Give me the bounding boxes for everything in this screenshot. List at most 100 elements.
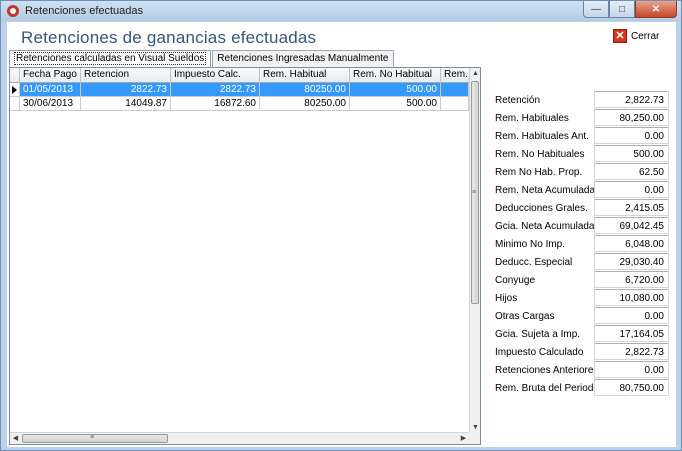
cerrar-button[interactable]: ✕ Cerrar — [613, 29, 659, 43]
summary-label: Gcia. Neta Acumulada — [495, 221, 595, 232]
horizontal-scrollbar[interactable]: ◀ ≡ ▶ — [10, 432, 469, 444]
window-title: Retenciones efectuadas — [25, 5, 144, 17]
maximize-icon: □ — [618, 3, 626, 15]
cell-impuesto-calc[interactable]: 16872.60 — [171, 97, 260, 111]
summary-label: Rem. No Habituales — [495, 149, 585, 160]
cell-fecha-pago[interactable]: 01/05/2013 — [20, 83, 81, 97]
header-indicator — [10, 68, 20, 83]
summary-value[interactable]: 2,822.73 — [594, 343, 669, 360]
cell-impuesto-calc[interactable]: 2822.73 — [171, 83, 260, 97]
maximize-button[interactable]: □ — [609, 1, 635, 18]
summary-value[interactable]: 0.00 — [594, 361, 669, 378]
summary-row: Minimo No Imp. 6,048.00 — [488, 235, 678, 253]
row-pointer-icon — [12, 86, 17, 94]
vertical-scrollbar[interactable]: ▲ ≡ ▼ — [469, 68, 480, 433]
summary-value[interactable]: 80,750.00 — [594, 379, 669, 396]
cell-rem-no-habitual[interactable]: 500.00 — [350, 97, 441, 111]
minimize-icon: — — [591, 3, 601, 15]
summary-row: Otras Cargas 0.00 — [488, 307, 678, 325]
row-indicator — [10, 83, 20, 97]
cell-retencion[interactable]: 2822.73 — [81, 83, 171, 97]
summary-label: Retención — [495, 95, 541, 106]
retenciones-grid[interactable]: Fecha Pago Retencion Impuesto Calc. Rem.… — [9, 67, 481, 445]
summary-row: Rem. Habituales 80,250.00 — [488, 109, 678, 127]
table-row[interactable]: 30/06/2013 14049.87 16872.60 80250.00 50… — [10, 97, 469, 111]
summary-value[interactable]: 2,415.05 — [594, 199, 669, 216]
tab-strip: Retenciones calculadas en Visual Sueldos… — [9, 50, 394, 67]
summary-label: Rem. Habituales — [495, 113, 569, 124]
summary-row: Deducciones Grales. 2,415.05 — [488, 199, 678, 217]
column-header-rem-no-habitual[interactable]: Rem. No Habitual — [350, 68, 441, 83]
cerrar-label: Cerrar — [631, 30, 660, 42]
column-header-fecha-pago[interactable]: Fecha Pago — [20, 68, 81, 83]
summary-row: Conyuge 6,720.00 — [488, 271, 678, 289]
cell-rem-habitual[interactable]: 80250.00 — [260, 97, 350, 111]
summary-value[interactable]: 0.00 — [594, 181, 669, 198]
summary-row: Hijos 10,080.00 — [488, 289, 678, 307]
summary-value[interactable]: 80,250.00 — [594, 109, 669, 126]
summary-row: Rem. Habituales Ant. 0.00 — [488, 127, 678, 145]
summary-value[interactable]: 17,164.05 — [594, 325, 669, 342]
tab-calculadas-label: Retenciones calculadas en Visual Sueldos — [14, 52, 207, 65]
summary-value[interactable]: 6,048.00 — [594, 235, 669, 252]
summary-row: Rem. No Habituales 500.00 — [488, 145, 678, 163]
minimize-button[interactable]: — — [583, 1, 609, 18]
row-indicator — [10, 97, 20, 111]
summary-value[interactable]: 10,080.00 — [594, 289, 669, 306]
tab-calculadas[interactable]: Retenciones calculadas en Visual Sueldos — [9, 50, 212, 67]
grip-icon: ≡ — [472, 189, 477, 196]
page-title: Retenciones de ganancias efectuadas — [21, 28, 317, 47]
summary-row: Rem No Hab. Prop. 62.50 — [488, 163, 678, 181]
summary-label: Otras Cargas — [495, 311, 555, 322]
tab-ingresadas[interactable]: Retenciones Ingresadas Manualmente — [212, 50, 394, 67]
cell-rem-habitual[interactable]: 80250.00 — [260, 83, 350, 97]
window-controls: — □ ✕ — [583, 1, 677, 19]
scroll-left-icon[interactable]: ◀ — [10, 433, 21, 444]
cerrar-icon: ✕ — [613, 29, 627, 43]
summary-value[interactable]: 62.50 — [594, 163, 669, 180]
summary-value[interactable]: 0.00 — [594, 307, 669, 324]
summary-label: Retenciones Anteriores — [495, 365, 599, 376]
client-area: Retenciones de ganancias efectuadas ✕ Ce… — [7, 22, 676, 447]
scroll-up-icon[interactable]: ▲ — [470, 68, 481, 79]
column-header-rem-habitual[interactable]: Rem. Habitual — [260, 68, 350, 83]
summary-row: Rem. Bruta del Periodo 80,750.00 — [488, 379, 678, 397]
summary-label: Conyuge — [495, 275, 536, 286]
summary-label: Minimo No Imp. — [495, 239, 566, 250]
window: Retenciones efectuadas — □ ✕ Retenciones… — [0, 0, 682, 451]
cell-rem-no-habitual[interactable]: 500.00 — [350, 83, 441, 97]
title-bar: Retenciones efectuadas — □ ✕ — [1, 1, 681, 21]
summary-row: Deducc. Especial 29,030.40 — [488, 253, 678, 271]
summary-label: Rem. Bruta del Periodo — [495, 383, 599, 394]
summary-label: Deducc. Especial — [495, 257, 573, 268]
summary-value[interactable]: 6,720.00 — [594, 271, 669, 288]
close-button[interactable]: ✕ — [635, 1, 677, 18]
tab-ingresadas-label: Retenciones Ingresadas Manualmente — [217, 53, 389, 64]
summary-value[interactable]: 69,042.45 — [594, 217, 669, 234]
column-header-retencion[interactable]: Retencion — [81, 68, 171, 83]
scroll-right-icon[interactable]: ▶ — [458, 433, 469, 444]
summary-row: Gcia. Neta Acumulada 69,042.45 — [488, 217, 678, 235]
cell-rem[interactable] — [441, 97, 469, 111]
summary-value[interactable]: 0.00 — [594, 127, 669, 144]
summary-value[interactable]: 2,822.73 — [594, 91, 669, 108]
summary-row: Rem. Neta Acumulada 0.00 — [488, 181, 678, 199]
grip-icon: ≡ — [90, 434, 95, 441]
scroll-corner — [469, 432, 480, 444]
summary-value[interactable]: 29,030.40 — [594, 253, 669, 270]
summary-label: Gcia. Sujeta a Imp. — [495, 329, 581, 340]
horizontal-scroll-thumb[interactable] — [22, 434, 168, 443]
column-header-impuesto-calc[interactable]: Impuesto Calc. — [171, 68, 260, 83]
summary-value[interactable]: 500.00 — [594, 145, 669, 162]
summary-row: Retención 2,822.73 — [488, 91, 678, 109]
close-icon: ✕ — [651, 3, 661, 15]
summary-label: Hijos — [495, 293, 518, 304]
table-row[interactable]: 01/05/2013 2822.73 2822.73 80250.00 500.… — [10, 83, 469, 97]
cell-fecha-pago[interactable]: 30/06/2013 — [20, 97, 81, 111]
summary-label: Impuesto Calculado — [495, 347, 584, 358]
cell-retencion[interactable]: 14049.87 — [81, 97, 171, 111]
cell-rem[interactable] — [441, 83, 469, 97]
column-header-rem[interactable]: Rem. — [441, 68, 469, 83]
summary-row: Impuesto Calculado 2,822.73 — [488, 343, 678, 361]
summary-label: Rem. Habituales Ant. — [495, 131, 589, 142]
